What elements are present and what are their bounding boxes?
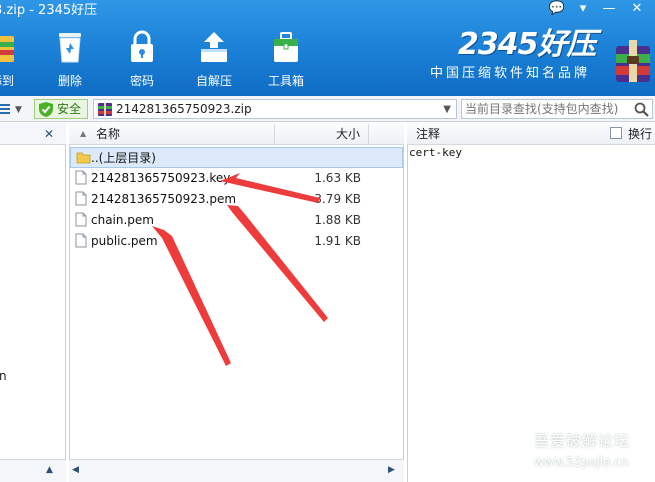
file-name: chain.pem — [91, 213, 154, 227]
file-icon — [75, 233, 87, 248]
archive-books-icon — [616, 40, 650, 82]
chat-icon[interactable]: 💬 — [546, 0, 568, 18]
self-extract-icon — [201, 32, 227, 62]
toolbox-label: 工具箱 — [267, 74, 304, 88]
menu-dropdown-icon[interactable]: ▼ — [15, 104, 27, 116]
toolbox-icon — [274, 32, 298, 62]
close-window-icon[interactable]: ✕ — [626, 0, 648, 18]
delete-label: 删除 — [57, 74, 82, 88]
window-title: 3.zip - 2345好压 — [0, 3, 98, 18]
watermark-title: 吾爱破解论坛 — [534, 432, 631, 450]
minimize-icon[interactable]: — — [598, 0, 620, 18]
path-text: 214281365750923.zip — [116, 102, 252, 116]
password-label: 密码 — [129, 74, 154, 88]
file-icon — [75, 170, 87, 185]
brand-logo: 2345好压 — [458, 27, 597, 62]
file-size: 1.91 KB — [314, 234, 361, 248]
file-name: 214281365750923.pem — [91, 192, 237, 206]
column-divider[interactable] — [274, 124, 275, 144]
file-list-scrollbar[interactable] — [69, 459, 404, 482]
lock-icon — [131, 30, 153, 62]
brand-slogan: 中国压缩软件知名品牌 — [430, 66, 591, 81]
search-icon[interactable] — [634, 102, 649, 117]
wrap-label[interactable]: 换行 — [628, 123, 652, 145]
folder-icon — [76, 152, 91, 164]
sort-asc-icon: ▲ — [80, 129, 87, 138]
file-row[interactable]: 214281365750923.pem 3.79 KB — [70, 189, 403, 210]
scroll-up-icon[interactable]: ▲ — [46, 463, 58, 477]
column-divider[interactable] — [368, 124, 369, 144]
up-dir-label: ..(上层目录) — [91, 151, 156, 165]
file-size: 1.63 KB — [314, 171, 361, 185]
file-size: 1.88 KB — [314, 213, 361, 227]
column-name[interactable]: 名称 — [96, 123, 120, 145]
comment-pane — [407, 123, 655, 482]
column-size[interactable]: 大小 — [336, 123, 360, 145]
tree-item-fragment[interactable]: n — [0, 368, 9, 384]
zip-archive-icon — [98, 103, 112, 116]
delete-button[interactable]: 删除 — [38, 28, 102, 92]
dropdown-icon[interactable]: ▾ — [572, 0, 594, 18]
safe-badge[interactable]: 安全 — [34, 99, 88, 119]
folder-tree-pane — [0, 123, 66, 482]
file-row[interactable]: public.pem 1.91 KB — [70, 231, 403, 252]
recycle-bin-icon — [59, 33, 81, 63]
comment-text[interactable]: cert-key — [409, 146, 649, 160]
close-pane-icon[interactable]: ✕ — [44, 126, 58, 142]
safe-label: 安全 — [57, 102, 82, 116]
search-box — [461, 99, 653, 119]
up-dir-row[interactable]: ..(上层目录) — [70, 147, 403, 168]
scroll-left-icon[interactable]: ◀ — [72, 463, 84, 477]
add-to-archive-icon — [0, 36, 14, 62]
path-dropdown-icon[interactable]: ▼ — [443, 102, 451, 117]
watermark-url: www.52pojie.cn — [534, 455, 629, 469]
search-input[interactable] — [465, 101, 625, 117]
shield-icon — [39, 102, 53, 117]
file-icon — [75, 191, 87, 206]
file-size: 3.79 KB — [314, 192, 361, 206]
scroll-right-icon[interactable]: ▶ — [388, 463, 400, 477]
wrap-checkbox[interactable] — [610, 127, 622, 139]
file-row[interactable]: chain.pem 1.88 KB — [70, 210, 403, 231]
path-field[interactable]: 214281365750923.zip ▼ — [93, 99, 457, 119]
file-icon — [75, 212, 87, 227]
comment-title: 注释 — [416, 127, 441, 141]
toolbox-button[interactable]: 工具箱 — [254, 28, 318, 92]
self-extract-button[interactable]: 自解压 — [182, 28, 246, 92]
file-name: 214281365750923.key — [91, 171, 231, 185]
file-name: public.pem — [91, 234, 158, 248]
add-to-archive-label: 添到 — [0, 74, 14, 88]
menu-icon[interactable] — [0, 100, 12, 118]
self-extract-label: 自解压 — [195, 74, 232, 88]
password-button[interactable]: 密码 — [110, 28, 174, 92]
add-to-archive-button[interactable]: 添到 — [0, 28, 34, 92]
file-row[interactable]: 214281365750923.key 1.63 KB — [70, 168, 403, 189]
